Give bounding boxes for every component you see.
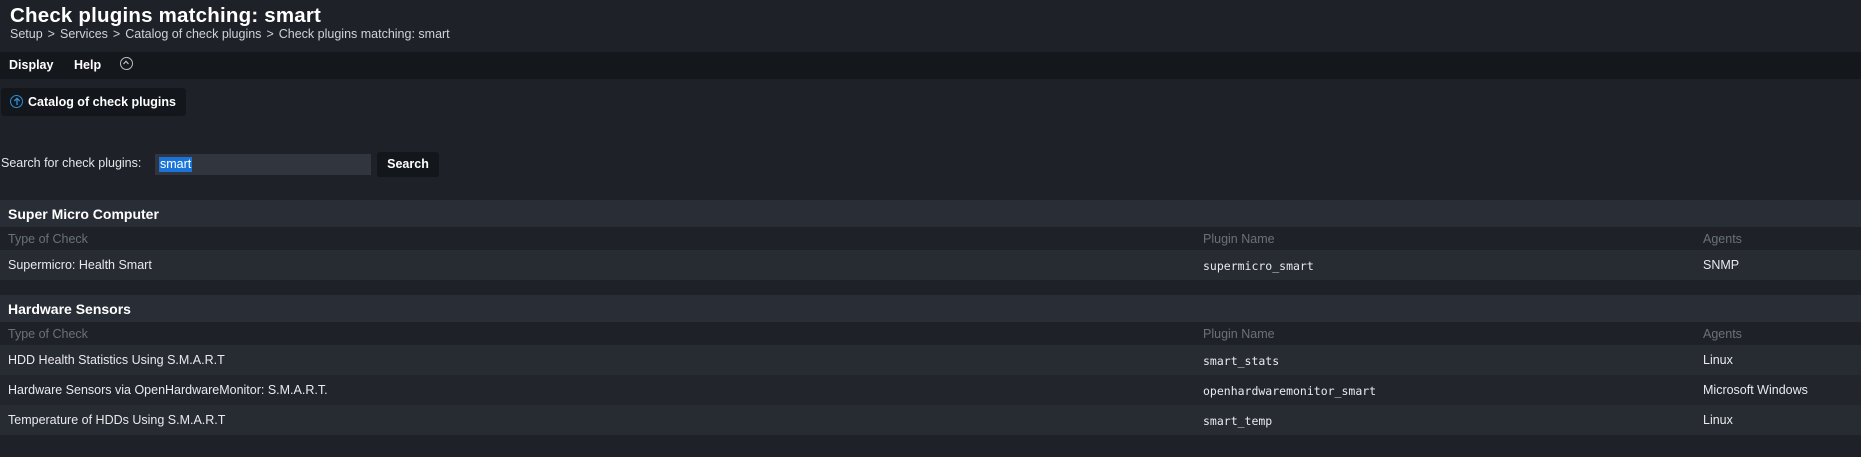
breadcrumb-services[interactable]: Services <box>60 27 108 41</box>
cell-type[interactable]: Supermicro: Health Smart <box>8 258 152 272</box>
catalog-button[interactable]: Catalog of check plugins <box>1 88 186 116</box>
column-header-agents: Agents <box>1703 232 1742 246</box>
breadcrumb-separator: > <box>112 27 121 41</box>
cell-type[interactable]: Hardware Sensors via OpenHardwareMonitor… <box>8 383 328 397</box>
table-row[interactable]: Supermicro: Health Smart supermicro_smar… <box>0 250 1861 280</box>
column-header-row: Type of Check Plugin Name Agents <box>0 322 1861 345</box>
breadcrumb-setup[interactable]: Setup <box>10 27 43 41</box>
cell-plugin: openhardwaremonitor_smart <box>1203 384 1377 398</box>
chevron-up-circle-icon[interactable] <box>120 57 133 70</box>
cell-plugin: smart_temp <box>1203 414 1273 428</box>
breadcrumb-separator: > <box>47 27 55 41</box>
cell-agents: Microsoft Windows <box>1703 383 1808 397</box>
cell-agents: SNMP <box>1703 258 1740 272</box>
breadcrumb-separator: > <box>266 27 274 41</box>
up-arrow-circle-icon <box>10 95 23 108</box>
menu-help[interactable]: Help <box>74 58 101 72</box>
search-input[interactable]: smart <box>155 154 371 175</box>
title-area: Check plugins matching: smart Setup > Serv… <box>0 0 1861 50</box>
breadcrumb: Setup > Services > Catalog of check plugins >… <box>10 27 450 41</box>
page-title: Check plugins matching: smart <box>10 4 322 27</box>
search-button[interactable]: Search <box>377 152 439 177</box>
cell-agents: Linux <box>1703 353 1733 367</box>
search-label: Search for check plugins: <box>1 156 142 170</box>
menu-bar: Display Help <box>0 52 1861 79</box>
column-header-type: Type of Check <box>8 327 88 341</box>
cell-plugin: supermicro_smart <box>1203 259 1314 273</box>
menu-display[interactable]: Display <box>9 58 53 72</box>
group-title: Hardware Sensors <box>8 301 131 317</box>
cell-agents: Linux <box>1703 413 1733 427</box>
column-header-type: Type of Check <box>8 232 88 246</box>
group-header: Super Micro Computer <box>0 200 1861 227</box>
column-header-row: Type of Check Plugin Name Agents <box>0 227 1861 250</box>
catalog-button-label: Catalog of check plugins <box>28 95 176 109</box>
cell-plugin: smart_stats <box>1203 354 1280 368</box>
group-header: Hardware Sensors <box>0 295 1861 322</box>
cell-type[interactable]: Temperature of HDDs Using S.M.A.R.T <box>8 413 225 427</box>
cell-type[interactable]: HDD Health Statistics Using S.M.A.R.T <box>8 353 225 367</box>
breadcrumb-catalog[interactable]: Catalog of check plugins <box>125 27 261 41</box>
table-row[interactable]: Temperature of HDDs Using S.M.A.R.T smar… <box>0 405 1861 435</box>
search-input-value: smart <box>159 157 193 172</box>
table-row[interactable]: Hardware Sensors via OpenHardwareMonitor… <box>0 375 1861 405</box>
group-title: Super Micro Computer <box>8 206 159 222</box>
table-row[interactable]: HDD Health Statistics Using S.M.A.R.T sm… <box>0 345 1861 375</box>
column-header-plugin: Plugin Name <box>1203 232 1275 246</box>
breadcrumb-current[interactable]: Check plugins matching: smart <box>279 27 450 41</box>
column-header-plugin: Plugin Name <box>1203 327 1275 341</box>
column-header-agents: Agents <box>1703 327 1742 341</box>
